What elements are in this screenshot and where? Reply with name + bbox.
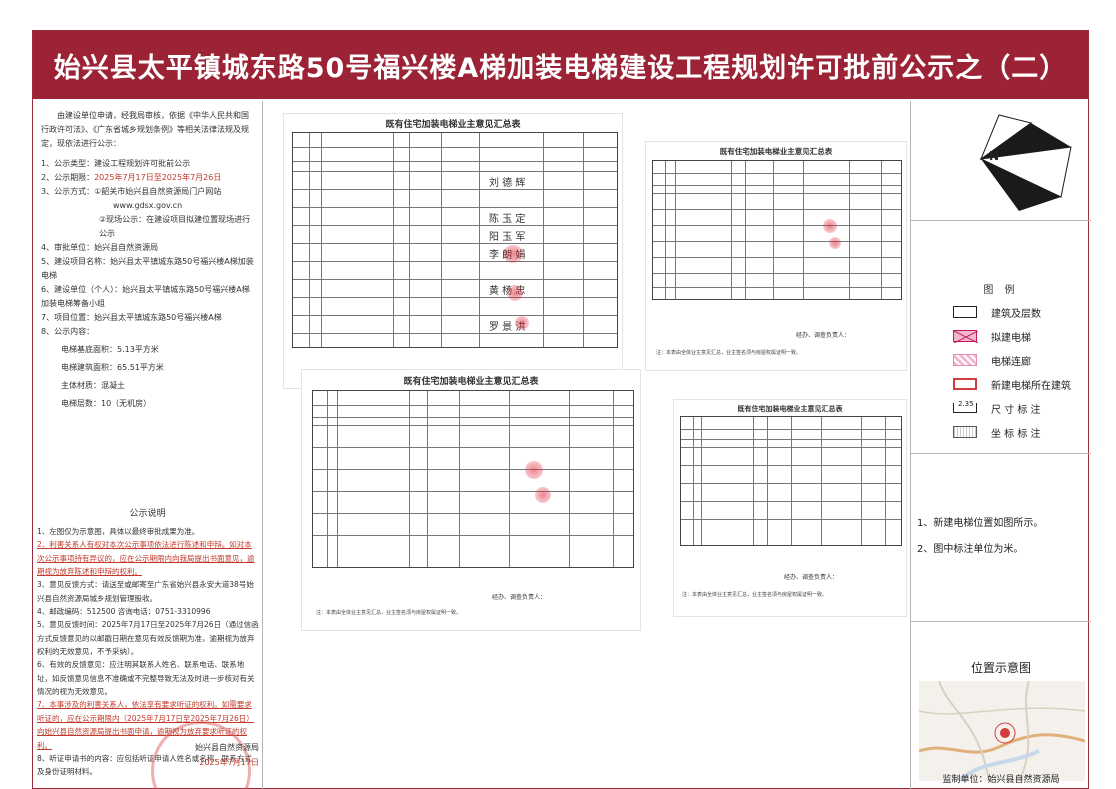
content-floor-area: 电梯建筑面积：65.51平方米 <box>61 363 164 372</box>
notice-item: 1、左图仅为示意图，具体以最终审批成果为准。 <box>37 527 200 536</box>
application-info: 由建设单位申请，经我局审核，依据《中华人民共和国行政许可法》、《广东省城乡规划条… <box>33 101 262 411</box>
sheet-note: 注：本表由全体业主意见汇总，业主签名须与房屋权属证明一致。 <box>656 350 802 356</box>
legend-item-coordinate: 坐 标 标 注 <box>953 423 1093 441</box>
info-item-onsite: ②现场公示：在建设项目拟建位置现场进行公示 <box>99 215 251 238</box>
sheet-title: 既有住宅加装电梯业主意见汇总表 <box>385 120 521 130</box>
legend-item-dimension: 2.35 尺 寸 标 注 <box>953 399 1093 417</box>
notice-item: 5、意见反馈时间：2025年7月17日至2025年7月26日（通过信函方式反馈意… <box>37 620 259 657</box>
sheet-title: 既有住宅加装电梯业主意见汇总表 <box>403 377 539 387</box>
north-label: N <box>989 149 1000 163</box>
note-item: 2、图中标注单位为米。 <box>917 544 1024 555</box>
location-map-title: 位置示意图 <box>970 661 1031 675</box>
dimension-icon: 2.35 <box>953 400 977 413</box>
sheet-note: 注：本表由全体业主意见汇总，业主签名须与房屋权属证明一致。 <box>682 592 828 598</box>
sheet-table <box>312 390 634 568</box>
legend-item-corridor: 电梯连廊 <box>953 351 1093 369</box>
coordinate-icon <box>953 426 977 438</box>
info-item-approver: 4、审批单位：始兴县自然资源局 <box>41 243 159 252</box>
page-title: 始兴县太平镇城东路50号福兴楼A梯加装电梯建设工程规划许可批前公示之（二） <box>53 52 1068 84</box>
survey-sheet-4: 既有住宅加装电梯业主意见汇总表 经办、调查负责人： 注：本表由全体业主意见汇总，… <box>673 399 907 617</box>
sheet-table <box>652 160 902 300</box>
info-item-website: www.gdsx.gov.cn <box>113 201 183 210</box>
notice-title: 公示说明 <box>129 509 166 519</box>
notice-item: 4、邮政编码：512500 咨询电话：0751-3310996 <box>37 607 211 617</box>
info-item-method: 3、公示方式：①韶关市始兴县自然资源局门户网站 <box>41 187 222 196</box>
supervising-unit: 监制单位：始兴县自然资源局 <box>942 775 1060 785</box>
target-building-icon <box>953 378 977 390</box>
sheet-signature-line: 经办、调查负责人： <box>784 574 839 581</box>
sheet-table <box>680 416 902 546</box>
notice-item: 2、利害关系人有权对本次公示事项依法进行陈述和申辩。如对本次公示事项持有异议的，… <box>37 540 255 577</box>
notice-item: 6、有效的反馈意见：应注明其联系人姓名、联系电话、联系地址，如反馈意见信息不准确… <box>37 660 255 697</box>
legend-item-target-building: 新建电梯所在建筑 <box>953 375 1093 393</box>
content-material: 主体材质：混凝土 <box>61 381 125 390</box>
sheet-title: 既有住宅加装电梯业主意见汇总表 <box>737 404 843 413</box>
intro-text: 由建设单位申请，经我局审核，依据《中华人民共和国行政许可法》、《广东省城乡规划条… <box>41 111 249 148</box>
notice-board: 始兴县太平镇城东路50号福兴楼A梯加装电梯建设工程规划许可批前公示之（二） 由建… <box>32 30 1093 789</box>
location-map <box>919 681 1085 781</box>
sheet-title: 既有住宅加装电梯业主意见汇总表 <box>719 147 833 156</box>
info-item-applicant: 6、建设单位（个人）：始兴县太平镇城东路50号福兴楼A梯加装电梯筹备小组 <box>41 285 250 308</box>
signing-date: 2025年7月17日 <box>199 758 259 767</box>
legend-item-elevator: 拟建电梯 <box>953 327 1093 345</box>
info-item-period: 2、公示期限：2025年7月17日至2025年7月26日 <box>41 173 222 182</box>
legend-title: 图 例 <box>983 285 1019 296</box>
content-floors: 电梯层数：10（无机房） <box>61 399 152 408</box>
info-item-project-name: 5、建设项目名称：始兴县太平镇城东路50号福兴楼A梯加装电梯 <box>41 257 254 280</box>
building-icon <box>953 306 977 318</box>
survey-sheet-3: 既有住宅加装电梯业主意见汇总表 经办、调查负责人： 注：本表由全体业主意见汇总，… <box>301 369 641 631</box>
notice-item: 3、意见反馈方式：请送至或邮寄至广东省始兴县永安大道38号始兴县自然资源局城乡规… <box>37 580 254 603</box>
title-bar: 始兴县太平镇城东路50号福兴楼A梯加装电梯建设工程规划许可批前公示之（二） <box>33 31 1088 99</box>
location-map-image <box>919 681 1085 781</box>
elevator-icon <box>953 330 978 343</box>
sheet-signature-line: 经办、调查负责人： <box>492 594 547 601</box>
note-item: 1、新建电梯位置如图所示。 <box>917 518 1044 529</box>
sheet-signature-line: 经办、调查负责人： <box>796 332 851 339</box>
sheet-table: 刘 德 辉 陈 玉 定 阳 玉 军 李 朗 娟 黄 杨 忠 罗 景 洪 <box>292 132 618 348</box>
left-info-column: 由建设单位申请，经我局审核，依据《中华人民共和国行政许可法》、《广东省城乡规划条… <box>33 101 263 789</box>
signing-organization: 始兴县自然资源局 <box>195 743 259 752</box>
info-item-content: 8、公示内容： <box>41 327 95 336</box>
info-item-type: 1、公示类型：建设工程规划许可批前公示 <box>41 159 191 168</box>
corridor-icon <box>953 354 977 366</box>
north-arrow-icon <box>979 114 1072 211</box>
sheet-note: 注：本表由全体业主意见汇总，业主签名须与房屋权属证明一致。 <box>316 610 462 616</box>
info-item-location: 7、项目位置：始兴县太平镇城东路50号福兴楼A梯 <box>41 313 222 322</box>
north-arrow-panel: N <box>911 101 1091 221</box>
content-footprint: 电梯基底面积：5.13平方米 <box>61 345 159 354</box>
drawing-notes: 1、新建电梯位置如图所示。 2、图中标注单位为米。 <box>917 511 1087 563</box>
survey-sheet-2: 既有住宅加装电梯业主意见汇总表 经办、调查负责人： 注：本表由全体业主意见汇总，… <box>645 141 907 371</box>
survey-sheet-1: 既有住宅加装电梯业主意见汇总表 刘 德 辉 陈 玉 定 阳 玉 军 李 朗 娟 … <box>283 113 623 389</box>
right-legend-column: N 图 例 建筑及层数 拟建电梯 电梯连廊 新建电梯所在建筑 2.35 尺 寸 … <box>910 101 1093 789</box>
legend-item-building: 建筑及层数 <box>953 303 1093 321</box>
